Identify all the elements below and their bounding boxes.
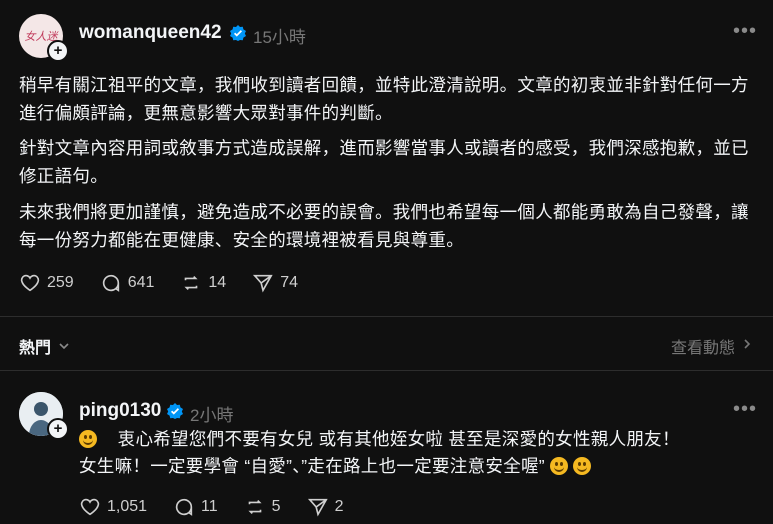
share-button[interactable]: 74 <box>252 272 298 294</box>
repost-icon <box>248 499 262 515</box>
comment-icon <box>102 274 119 292</box>
post-paragraph-2: 針對文章內容用詞或敘事方式造成誤解，進而影響當事人或讀者的感受，我們深感抱歉，並… <box>19 138 749 186</box>
verified-badge-icon <box>167 403 183 419</box>
chevron-right-icon <box>744 339 751 349</box>
comment-count: 11 <box>201 498 218 515</box>
like-button[interactable]: 259 <box>19 272 74 294</box>
chevron-down-icon <box>59 343 69 350</box>
verified-badge-icon <box>230 25 246 41</box>
sort-label: 熱門 <box>19 340 52 357</box>
share-count: 74 <box>280 274 298 291</box>
post-paragraph-1: 稍早有關江祖平的文章，我們收到讀者回饋，並特此澄清說明。文章的初衷並非針對任何一… <box>19 75 749 123</box>
follow-plus-icon[interactable]: + <box>47 40 69 62</box>
reply-line-1: 衷心希望您們不要有女兒 或有其他姪女啦 甚至是深愛的女性親人朋友！ <box>79 426 759 453</box>
like-button[interactable]: 1,051 <box>79 496 147 518</box>
comment-button[interactable]: 11 <box>173 496 218 518</box>
send-icon <box>307 498 328 517</box>
send-icon <box>253 274 273 293</box>
reply-time[interactable]: 2小時 <box>190 401 233 426</box>
heart-icon <box>80 498 100 516</box>
more-options-icon[interactable]: ••• <box>733 398 757 421</box>
heart-icon <box>20 274 40 292</box>
main-post: 女人迷 + womanqueen42 15小時 ••• 稍早有關江祖平的文章，我… <box>0 0 773 310</box>
reply-text-1: 衷心希望您們不要有女兒 或有其他姪女啦 甚至是深愛的女性親人朋友！ <box>117 429 680 449</box>
divider <box>0 316 773 317</box>
share-count: 2 <box>334 498 344 515</box>
view-activity-link[interactable]: 查看動態 <box>671 334 735 358</box>
follow-plus-icon[interactable]: + <box>47 418 69 440</box>
like-count: 1,051 <box>107 498 148 515</box>
repost-count: 14 <box>208 274 227 291</box>
post-actions: 259 641 14 74 <box>19 272 324 294</box>
post-time[interactable]: 15小時 <box>253 23 306 48</box>
avatar[interactable]: 女人迷 + <box>19 14 69 62</box>
post-paragraph-3: 未來我們將更加謹慎，避免造成不必要的誤會。我們也希望每一個人都能勇敢為自己發聲，… <box>19 202 749 250</box>
like-count: 259 <box>47 274 74 291</box>
smile-emoji-icon <box>550 457 569 475</box>
reply-actions: 1,051 11 5 2 <box>79 496 369 518</box>
reply-line-2: 女生嘛！一定要學會 “自愛”、”走在路上也一定要注意安全喔” <box>79 453 759 480</box>
repost-count: 5 <box>271 498 281 515</box>
reply-username[interactable]: ping0130 <box>79 400 161 422</box>
repost-button[interactable]: 14 <box>180 272 226 294</box>
post-username[interactable]: womanqueen42 <box>79 22 222 44</box>
repost-button[interactable]: 5 <box>244 496 281 518</box>
smile-emoji-icon <box>573 457 592 475</box>
comment-button[interactable]: 641 <box>100 272 155 294</box>
comment-icon <box>175 498 193 516</box>
avatar[interactable]: + <box>19 392 69 440</box>
divider <box>0 370 773 371</box>
share-button[interactable]: 2 <box>307 496 344 518</box>
sort-dropdown[interactable]: 熱門 <box>19 334 71 358</box>
reply-text-2: 女生嘛！一定要學會 “自愛”、”走在路上也一定要注意安全喔” <box>79 456 545 476</box>
more-options-icon[interactable]: ••• <box>733 20 757 43</box>
reply-post: + ping0130 2小時 ••• 衷心希望您們不要有女兒 或有其他姪女啦 甚… <box>0 380 773 524</box>
smile-emoji-icon <box>79 430 97 448</box>
repost-icon <box>184 275 198 291</box>
comment-count: 641 <box>127 274 155 291</box>
